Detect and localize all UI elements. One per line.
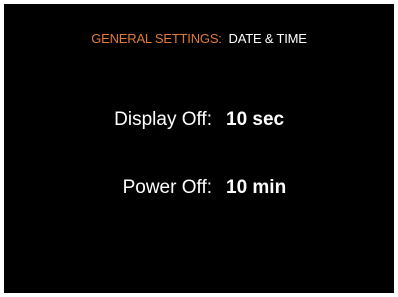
setting-power-off[interactable]: Power Off: 10 min xyxy=(4,177,394,205)
setting-label: Display Off: xyxy=(114,109,212,130)
setting-value[interactable]: 10 min xyxy=(226,177,286,199)
settings-screen: GENERAL SETTINGS: DATE & TIME Display Of… xyxy=(4,4,394,293)
setting-display-off[interactable]: Display Off: 10 sec xyxy=(4,109,394,137)
breadcrumb-current-page: DATE & TIME xyxy=(228,31,307,46)
breadcrumb: GENERAL SETTINGS: DATE & TIME xyxy=(4,31,394,46)
breadcrumb-separator: : xyxy=(218,31,222,46)
setting-value[interactable]: 10 sec xyxy=(226,109,284,131)
breadcrumb-section[interactable]: GENERAL SETTINGS xyxy=(91,31,218,46)
setting-label: Power Off: xyxy=(122,177,212,198)
